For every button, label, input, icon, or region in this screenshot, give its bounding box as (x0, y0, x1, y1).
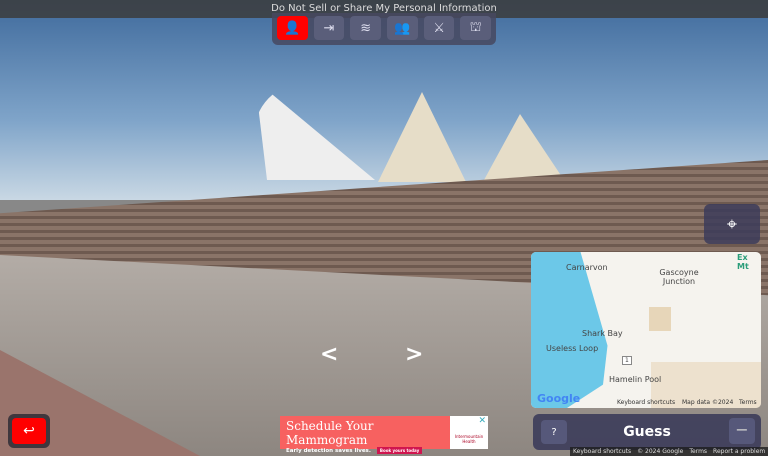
minimize-map-button[interactable]: − (729, 418, 755, 444)
ad-title: Schedule Your Mammogram (286, 419, 374, 447)
map-pin-icon: ⌖ (726, 213, 738, 235)
keyboard-shortcuts-link[interactable]: Keyboard shortcuts (617, 399, 675, 406)
advertisement[interactable]: Schedule Your Mammogram Early detection … (280, 416, 488, 454)
map-label: Hamelin Pool (609, 375, 662, 384)
help-button[interactable]: ? (541, 420, 567, 444)
return-to-start-button[interactable]: ↩ (8, 414, 50, 448)
leaderboard-icon: ⛫ (469, 19, 482, 35)
layers-icon: ≋ (360, 20, 372, 36)
versus-button[interactable]: ⚔ (423, 16, 455, 40)
profile-button[interactable]: 👤 (277, 16, 308, 40)
footer-keyboard-shortcuts[interactable]: Keyboard shortcuts (573, 447, 631, 456)
party-icon: 👥 (394, 20, 411, 36)
leaderboard-button[interactable]: ⛫ (460, 16, 492, 40)
map-label: Carnarvon (566, 263, 608, 272)
layers-button[interactable]: ≋ (350, 16, 382, 40)
footer-copyright: © 2024 Google (637, 448, 684, 455)
guess-bar: ? Guess − (533, 414, 761, 450)
map-data-text: Map data ©2024 (682, 399, 734, 406)
map-label: Gascoyne Junction (659, 268, 699, 286)
profile-icon: 👤 (284, 20, 301, 36)
return-icon: ↩ (12, 418, 46, 444)
map-label: Useless Loop (546, 344, 599, 353)
guess-button[interactable]: Guess (573, 414, 721, 450)
map-toggle-button[interactable]: ⌖ (704, 204, 760, 244)
footer-terms[interactable]: Terms (689, 447, 707, 456)
ad-subtitle: Early detection saves lives. (286, 447, 371, 454)
ad-close-icon[interactable]: ✕ (478, 416, 486, 426)
exit-button[interactable]: ⇥ (313, 16, 345, 40)
party-button[interactable]: 👥 (387, 16, 418, 40)
terms-link[interactable]: Terms (739, 399, 757, 406)
nav-arrow-right[interactable]: > (405, 342, 423, 367)
streetview-footer: Keyboard shortcuts © 2024 Google Terms R… (570, 447, 768, 456)
map-label: Ex Mt (737, 253, 749, 271)
versus-icon: ⚔ (433, 20, 445, 36)
footer-report[interactable]: Report a problem (713, 447, 765, 456)
ad-brand: Intermountain Health (454, 434, 484, 444)
land-area (649, 307, 671, 331)
google-logo: Google (537, 392, 581, 405)
toolbar: 👤 ⇥ ≋ 👥 ⚔ ⛫ (272, 13, 496, 45)
road-shield: 1 (622, 356, 632, 365)
guess-map[interactable]: Carnarvon Gascoyne Junction Shark Bay Us… (531, 252, 761, 408)
ad-cta-button[interactable]: Book yours today (376, 447, 423, 454)
nav-arrow-left[interactable]: < (320, 342, 338, 367)
exit-icon: ⇥ (323, 20, 335, 36)
map-label: Shark Bay (582, 329, 623, 338)
